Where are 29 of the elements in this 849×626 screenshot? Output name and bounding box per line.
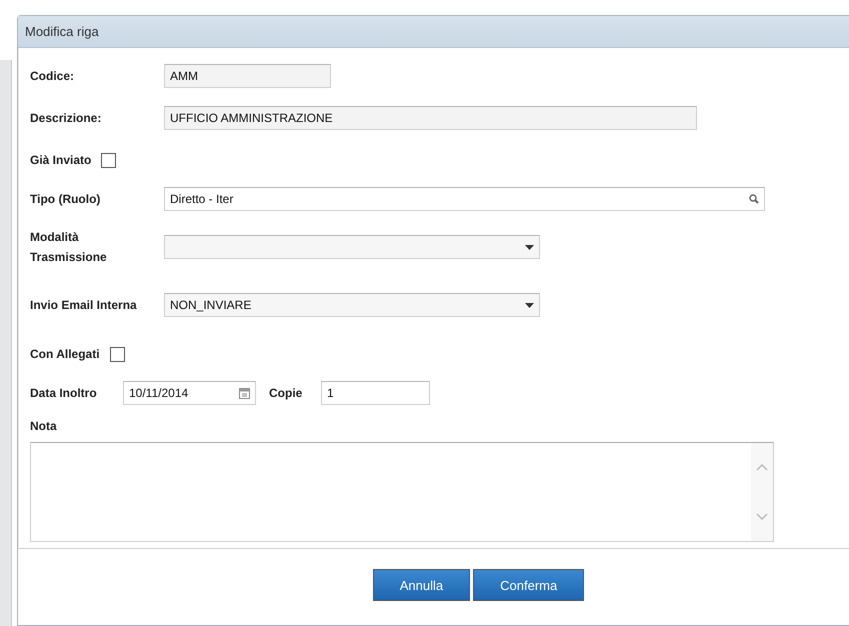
dialog-button[interactable]: Annulla [372, 569, 470, 601]
dropdown-caret-icon [525, 302, 534, 308]
field-label: Già Inviato [30, 152, 92, 169]
checkbox[interactable] [101, 152, 116, 168]
lookup-field[interactable]: Diretto - Iter [164, 187, 765, 211]
dropdown-caret-icon [525, 244, 534, 250]
dropdown-field[interactable]: NON_INVIARE [164, 293, 540, 317]
field-label: Invio Email Interna [30, 297, 138, 314]
text-field[interactable]: UFFICIO AMMINISTRAZIONE [164, 106, 697, 130]
dialog-title: Modifica riga [25, 24, 99, 39]
field-label: Con Allegati [30, 346, 100, 363]
dialog-button[interactable]: Conferma [473, 569, 584, 601]
calendar-icon [239, 387, 250, 399]
field-label: Descrizione: [30, 110, 102, 127]
scroll-up-icon[interactable] [756, 464, 768, 471]
search-icon [749, 194, 759, 204]
checkbox[interactable] [110, 346, 125, 362]
field-label: Codice: [30, 68, 76, 85]
scroll-down-icon[interactable] [756, 513, 768, 520]
field-label: Tipo (Ruolo) [30, 191, 102, 208]
copies-field[interactable]: 1 [321, 381, 430, 405]
dropdown-field[interactable] [164, 235, 540, 259]
field-label: Data Inoltro [30, 385, 98, 402]
text-field[interactable]: AMM [164, 64, 331, 88]
field-label: Modalità Trasmissione [30, 229, 108, 266]
field-label: Copie [269, 385, 304, 402]
field-label: Nota [30, 418, 58, 435]
note-textarea[interactable] [30, 442, 774, 542]
date-field[interactable]: 10/11/2014 [123, 381, 256, 405]
